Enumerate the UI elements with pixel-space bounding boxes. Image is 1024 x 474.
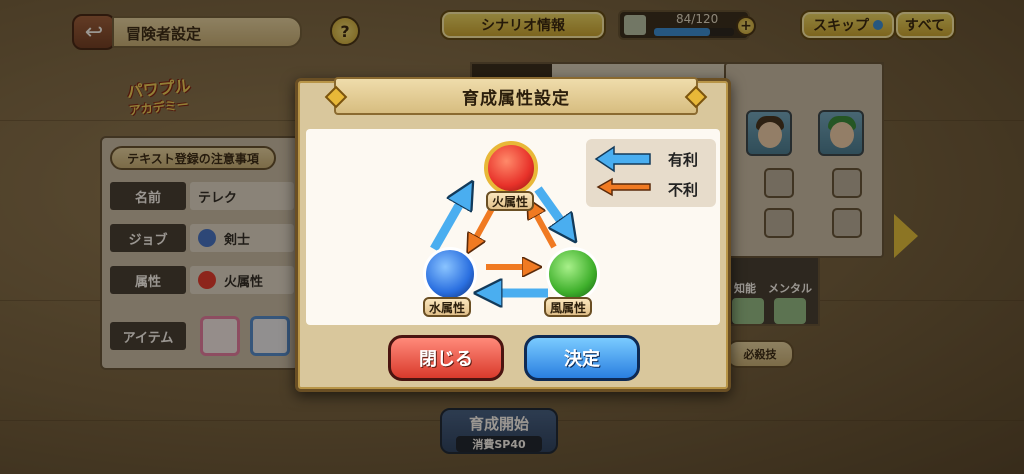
wind-icon (546, 247, 600, 301)
advantage-arrow-icon (594, 145, 651, 173)
dialog-title-bar: 育成属性設定 (324, 77, 708, 115)
close-button[interactable]: 閉じる (388, 335, 504, 381)
fire-element-label: 火属性 (486, 191, 535, 211)
legend-box: 有利 不利 (586, 139, 716, 207)
water-element-label: 水属性 (423, 297, 472, 317)
legend-arrows (594, 145, 651, 197)
water-to-fire-advantage-arrow (430, 193, 466, 252)
wind-element-label: 風属性 (544, 297, 593, 317)
attribute-setting-dialog: 育成属性設定 火属性 水属性 風属性 有利 不利 閉じる 決定 (295, 77, 731, 392)
legend-disadvantage-label: 不利 (668, 181, 699, 199)
dialog-title: 育成属性設定 (462, 88, 570, 109)
confirm-button[interactable]: 決定 (524, 335, 640, 381)
legend-advantage-label: 有利 (668, 151, 699, 169)
ornament-icon (324, 85, 348, 109)
ornament-icon (684, 85, 708, 109)
attribute-diagram-area: 火属性 水属性 風属性 有利 不利 (306, 129, 720, 325)
fire-to-water-disadvantage-arrow (472, 203, 497, 245)
fire-icon (484, 141, 538, 195)
disadvantage-arrow-icon (596, 177, 651, 197)
water-icon (423, 247, 477, 301)
